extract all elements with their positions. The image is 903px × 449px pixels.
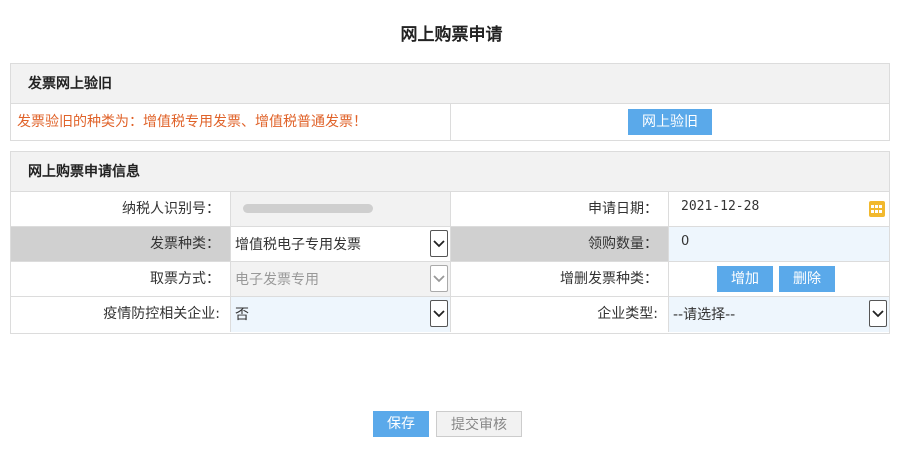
add-remove-invoice-label: 增删发票种类： [451, 262, 669, 296]
invoice-type-select[interactable]: 增值税电子专用发票 [231, 227, 450, 261]
bottom-action-bar: 保存 提交审核 [373, 411, 522, 437]
apply-date-value: 2021-12-28 [681, 199, 760, 214]
add-remove-buttons: 增加 删除 [717, 266, 835, 292]
verify-action-cell: 网上验旧 [451, 104, 889, 140]
page-title: 网上购票申请 [400, 25, 503, 45]
epidemic-company-value: 否 [235, 307, 249, 323]
quantity-cell: 0 [669, 227, 889, 261]
form-row-epidemic: 疫情防控相关企业: 否 企业类型: --请选择-- [11, 297, 889, 332]
add-remove-cell: 增加 删除 [669, 262, 889, 296]
taxpayer-id-masked [243, 204, 373, 213]
pickup-method-select: 电子发票专用 [231, 262, 450, 296]
form-row-invoice-type: 发票种类： 增值税电子专用发票 领购数量： 0 [11, 227, 889, 262]
pickup-method-value: 电子发票专用 [235, 272, 319, 288]
save-button[interactable]: 保存 [373, 411, 429, 437]
apply-panel-header: 网上购票申请信息 [11, 152, 889, 192]
quantity-value: 0 [681, 234, 690, 249]
chevron-down-icon[interactable] [430, 300, 448, 327]
pickup-method-cell: 电子发票专用 [231, 262, 451, 296]
company-type-value: --请选择-- [673, 307, 736, 323]
purchase-apply-panel: 网上购票申请信息 纳税人识别号： 申请日期： 2021-12-28 发票种类： … [10, 151, 890, 334]
quantity-input[interactable]: 0 [669, 227, 889, 261]
epidemic-company-select[interactable]: 否 [231, 297, 450, 332]
invoice-verify-panel: 发票网上验旧 发票验旧的种类为：增值税专用发票、增值税普通发票！ 网上验旧 [10, 63, 890, 141]
pickup-method-label: 取票方式： [11, 262, 231, 296]
epidemic-company-cell: 否 [231, 297, 451, 332]
verify-panel-header: 发票网上验旧 [11, 64, 889, 104]
calendar-icon[interactable] [869, 201, 885, 217]
taxpayer-id-field [231, 192, 451, 226]
submit-review-button[interactable]: 提交审核 [436, 411, 522, 437]
invoice-type-value: 增值税电子专用发票 [235, 237, 361, 253]
invoice-type-cell: 增值税电子专用发票 [231, 227, 451, 261]
invoice-type-label: 发票种类： [11, 227, 231, 261]
online-verify-button[interactable]: 网上验旧 [628, 109, 712, 135]
apply-date-label: 申请日期： [451, 192, 669, 226]
company-type-select[interactable]: --请选择-- [669, 297, 889, 332]
chevron-down-icon[interactable] [430, 230, 448, 257]
epidemic-company-label: 疫情防控相关企业: [11, 297, 231, 332]
add-invoice-type-button[interactable]: 增加 [717, 266, 773, 292]
quantity-label: 领购数量： [451, 227, 669, 261]
delete-invoice-type-button[interactable]: 删除 [779, 266, 835, 292]
chevron-down-icon [430, 265, 448, 292]
company-type-label: 企业类型: [451, 297, 669, 332]
verify-message: 发票验旧的种类为：增值税专用发票、增值税普通发票！ [11, 104, 451, 140]
apply-date-field[interactable]: 2021-12-28 [669, 192, 889, 226]
chevron-down-icon[interactable] [869, 300, 887, 327]
taxpayer-id-label: 纳税人识别号： [11, 192, 231, 226]
company-type-cell: --请选择-- [669, 297, 889, 332]
verify-row: 发票验旧的种类为：增值税专用发票、增值税普通发票！ 网上验旧 [11, 104, 889, 140]
form-row-taxpayer: 纳税人识别号： 申请日期： 2021-12-28 [11, 192, 889, 227]
form-row-pickup: 取票方式： 电子发票专用 增删发票种类： 增加 删除 [11, 262, 889, 297]
